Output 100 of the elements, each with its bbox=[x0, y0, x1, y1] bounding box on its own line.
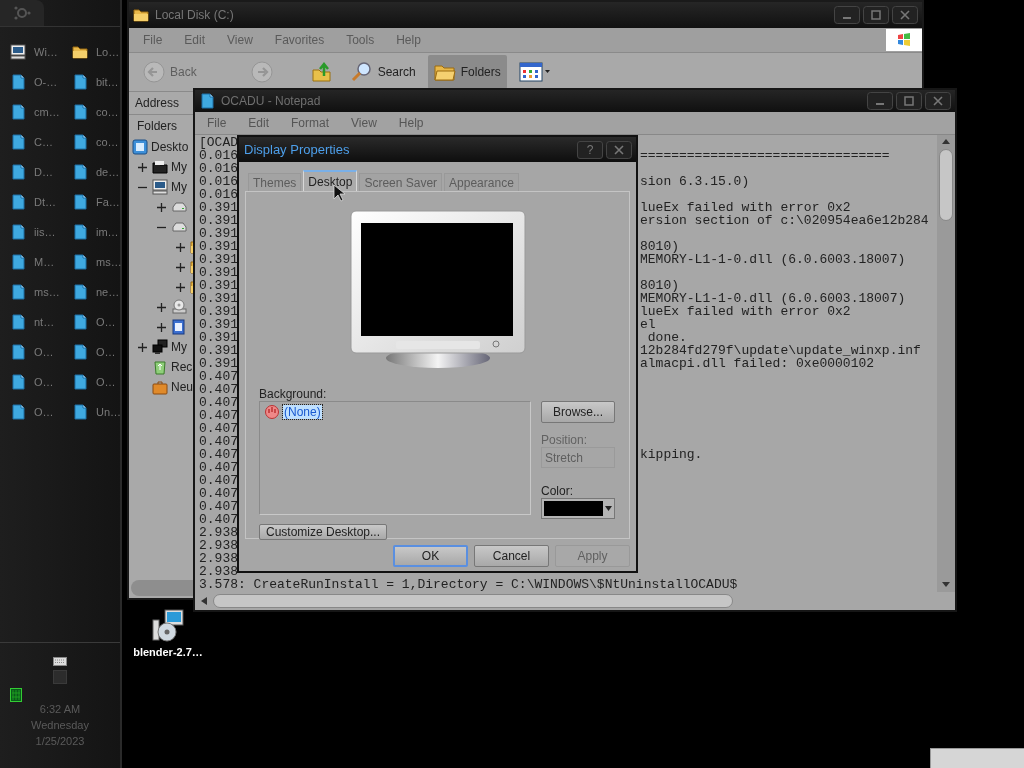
document-icon bbox=[72, 374, 88, 390]
scroll-thumb[interactable] bbox=[213, 594, 733, 608]
menu-item[interactable]: Tools bbox=[346, 33, 375, 47]
shortcut-label[interactable]: Dt… bbox=[34, 196, 56, 208]
expand-icon[interactable] bbox=[174, 240, 187, 254]
disc-drive-icon bbox=[171, 299, 187, 315]
shortcut-label[interactable]: de… bbox=[96, 166, 120, 178]
keyboard-icon[interactable] bbox=[53, 657, 67, 666]
search-button[interactable]: Search bbox=[344, 55, 422, 89]
maximize-button[interactable] bbox=[896, 92, 922, 110]
shortcut-label[interactable]: O-… bbox=[34, 76, 58, 88]
log-text: 0.016 bbox=[199, 187, 238, 202]
expand-icon[interactable] bbox=[136, 340, 149, 354]
document-icon bbox=[199, 93, 215, 109]
document-icon bbox=[10, 254, 26, 270]
expand-icon[interactable] bbox=[136, 160, 149, 174]
shortcut-label[interactable]: Fa… bbox=[96, 196, 120, 208]
vertical-scrollbar[interactable] bbox=[937, 135, 955, 592]
log-text: ================================ bbox=[640, 149, 890, 162]
help-button[interactable]: ? bbox=[577, 140, 603, 159]
menu-item[interactable]: File bbox=[207, 116, 227, 130]
position-label: Position: bbox=[541, 433, 589, 447]
tree-item-label[interactable]: My bbox=[171, 180, 187, 194]
left-arrow-icon[interactable] bbox=[199, 596, 209, 606]
menu-item[interactable]: View bbox=[351, 116, 377, 130]
log-text: 0.391 bbox=[199, 331, 238, 344]
color-picker[interactable] bbox=[541, 498, 615, 519]
color-label: Color: bbox=[541, 484, 574, 498]
close-button[interactable] bbox=[606, 140, 632, 159]
tree-item-label[interactable]: My bbox=[171, 160, 187, 174]
menu-item[interactable]: Edit bbox=[248, 116, 270, 130]
tab[interactable]: Appearance bbox=[444, 173, 519, 191]
menu-item[interactable]: Help bbox=[398, 116, 424, 130]
shortcut-label[interactable]: ms… bbox=[34, 286, 60, 298]
shortcut-label[interactable]: O… bbox=[34, 376, 54, 388]
browse-button[interactable]: Browse... bbox=[541, 401, 615, 423]
shortcut-label[interactable]: C… bbox=[34, 136, 53, 148]
shortcut-label[interactable]: O… bbox=[96, 316, 116, 328]
tab[interactable]: Screen Saver bbox=[359, 173, 443, 191]
expand-icon[interactable] bbox=[155, 200, 168, 214]
shortcut-label[interactable]: co… bbox=[96, 136, 119, 148]
tree-item-label[interactable]: Deskto bbox=[151, 140, 189, 154]
minimize-button[interactable] bbox=[834, 6, 860, 24]
menu-item[interactable]: Edit bbox=[184, 33, 206, 47]
log-text: 8010) bbox=[640, 240, 679, 253]
tab[interactable]: Themes bbox=[248, 173, 302, 191]
shortcut-label[interactable]: cm… bbox=[34, 106, 60, 118]
shortcut-label[interactable]: O… bbox=[96, 346, 116, 358]
close-button[interactable] bbox=[925, 92, 951, 110]
tree-item-label[interactable]: Neu bbox=[171, 380, 193, 394]
customize-button[interactable]: Customize Desktop... bbox=[259, 524, 388, 540]
close-button[interactable] bbox=[892, 6, 918, 24]
horizontal-scrollbar[interactable] bbox=[131, 580, 195, 596]
shortcut-label[interactable]: nt… bbox=[34, 316, 55, 328]
tree-item-label[interactable]: My bbox=[171, 340, 187, 354]
background-list[interactable]: (None) bbox=[259, 401, 531, 515]
monitors-icon bbox=[152, 339, 168, 355]
menu-item[interactable]: Favorites bbox=[274, 33, 325, 47]
expand-icon[interactable] bbox=[155, 320, 168, 334]
document-icon bbox=[10, 164, 26, 180]
tree-item-label[interactable]: Rec bbox=[171, 360, 193, 374]
shortcut-label[interactable]: O… bbox=[34, 346, 54, 358]
minimize-button[interactable] bbox=[867, 92, 893, 110]
log-text: kipping. bbox=[640, 448, 703, 461]
shortcut-label[interactable]: Wi… bbox=[34, 46, 58, 58]
scroll-thumb[interactable] bbox=[939, 149, 953, 221]
shortcut-label[interactable]: O… bbox=[96, 376, 116, 388]
up-arrow-icon[interactable] bbox=[941, 137, 951, 145]
folders-button[interactable]: Folders bbox=[427, 55, 507, 89]
document-icon bbox=[10, 74, 26, 90]
document-icon bbox=[10, 374, 26, 390]
menu-item[interactable]: Help bbox=[396, 33, 421, 47]
shortcut-label[interactable]: Lo… bbox=[96, 46, 120, 58]
desktop-icon-label[interactable]: blender-2.7… bbox=[133, 646, 203, 658]
expand-icon[interactable] bbox=[155, 300, 168, 314]
log-text: el bbox=[640, 318, 656, 331]
shortcut-label[interactable]: ms… bbox=[96, 256, 122, 268]
shortcut-label[interactable]: ne… bbox=[96, 286, 120, 298]
document-icon bbox=[10, 134, 26, 150]
cancel-button[interactable]: Cancel bbox=[474, 545, 549, 567]
menu-item[interactable]: File bbox=[143, 33, 163, 47]
log-text: 2.938 bbox=[199, 525, 238, 540]
shortcut-label[interactable]: iis… bbox=[34, 226, 56, 238]
shortcut-label[interactable]: Un… bbox=[96, 406, 122, 418]
menu-item[interactable]: Format bbox=[291, 116, 330, 130]
shortcut-label[interactable]: O… bbox=[34, 406, 54, 418]
menu-item[interactable]: View bbox=[227, 33, 253, 47]
shortcut-label[interactable]: im… bbox=[96, 226, 119, 238]
expand-icon[interactable] bbox=[174, 280, 187, 294]
shortcut-label[interactable]: D… bbox=[34, 166, 53, 178]
shortcut-label[interactable]: co… bbox=[96, 106, 119, 118]
window-title: OCADU - Notepad bbox=[221, 94, 321, 108]
down-arrow-icon[interactable] bbox=[941, 581, 951, 589]
list-item[interactable]: (None) bbox=[283, 405, 322, 419]
shortcut-label[interactable]: M… bbox=[34, 256, 55, 268]
expand-icon[interactable] bbox=[174, 260, 187, 274]
ok-button[interactable]: OK bbox=[393, 545, 468, 567]
maximize-button[interactable] bbox=[863, 6, 889, 24]
tab[interactable]: Desktop bbox=[303, 170, 358, 191]
shortcut-label[interactable]: bit… bbox=[96, 76, 119, 88]
